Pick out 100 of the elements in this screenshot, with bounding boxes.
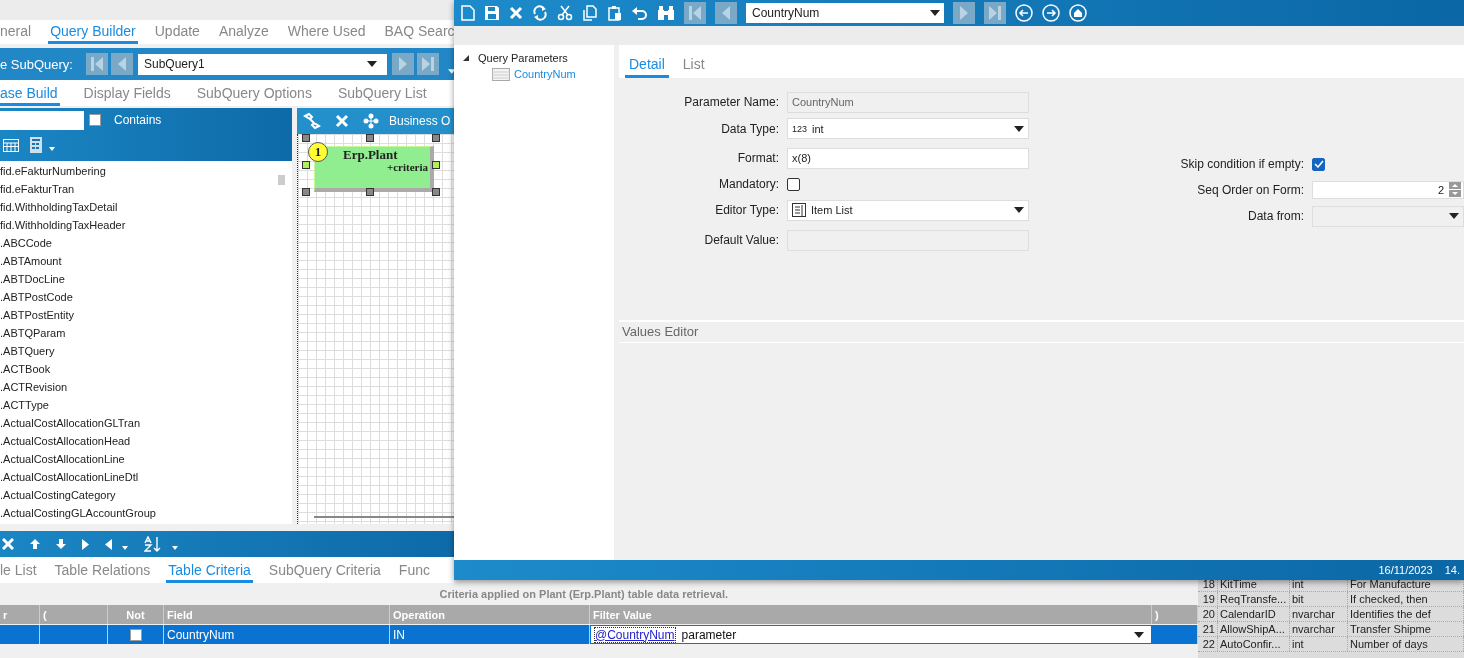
table-list-item[interactable]: fid.WithholdingTaxDetail: [0, 198, 276, 216]
copy-icon[interactable]: [582, 5, 598, 21]
resize-handle[interactable]: [366, 188, 374, 196]
tab[interactable]: Func: [396, 562, 432, 583]
forward-icon[interactable]: [1042, 4, 1060, 22]
next-button-icon[interactable]: [391, 53, 414, 75]
subquery-dropdown[interactable]: SubQuery1: [138, 53, 387, 75]
overflow-caret-icon[interactable]: [447, 68, 455, 74]
close-icon[interactable]: [509, 6, 523, 20]
tab[interactable]: BAQ Searc: [382, 23, 454, 44]
tab[interactable]: Table Criteria: [166, 562, 253, 583]
checkbox[interactable]: [129, 628, 142, 641]
table-list-item[interactable]: .ABTPostEntity: [0, 306, 276, 324]
caret-icon[interactable]: [49, 147, 55, 151]
tab[interactable]: neral: [0, 23, 34, 44]
binoculars-icon[interactable]: [657, 5, 675, 21]
checkbox[interactable]: [787, 177, 800, 191]
tab[interactable]: SubQuery Criteria: [266, 562, 383, 583]
dropdown-arrow-icon[interactable]: [930, 10, 940, 16]
table-list-item[interactable]: .ABTDocLine: [0, 270, 276, 288]
cut-icon[interactable]: [557, 5, 573, 21]
search-field[interactable]: [0, 110, 84, 130]
up-arrow-icon[interactable]: [30, 539, 40, 549]
dropdown-arrow-icon[interactable]: [1449, 213, 1459, 219]
table-list-item[interactable]: .ABCCode: [0, 234, 276, 252]
caret-icon[interactable]: [122, 546, 128, 550]
business-objects-label[interactable]: Business O: [389, 114, 451, 128]
tab[interactable]: le List: [0, 562, 39, 583]
table-list-item[interactable]: .ABTAmount: [0, 252, 276, 270]
input-field[interactable]: CountryNum: [787, 91, 1029, 113]
table-list-item[interactable]: .ActualCostAllocationHead: [0, 432, 276, 450]
dropdown-arrow-icon[interactable]: [1014, 125, 1024, 132]
calculator-icon[interactable]: [29, 137, 45, 153]
tree-item[interactable]: Query Parameters: [478, 52, 568, 64]
parameter-link[interactable]: @CountryNum: [594, 626, 676, 643]
right-triangle-icon[interactable]: [82, 538, 89, 550]
table-list-item[interactable]: .ACTBook: [0, 360, 276, 378]
record-dropdown[interactable]: CountryNum: [746, 3, 944, 23]
table-list-item[interactable]: .ACTRevision: [0, 378, 276, 396]
dropdown[interactable]: 123 int: [787, 118, 1029, 139]
close-icon[interactable]: [335, 114, 349, 128]
resize-handle[interactable]: [432, 188, 440, 196]
dropdown-arrow-icon[interactable]: [366, 61, 377, 67]
table-list-item[interactable]: .ABTQuery: [0, 342, 276, 360]
table-list-item[interactable]: .ABTQParam: [0, 324, 276, 342]
grid-icon[interactable]: [3, 138, 19, 152]
network-icon[interactable]: [363, 113, 379, 129]
paste-icon[interactable]: [607, 5, 623, 21]
scrollbar[interactable]: [314, 516, 455, 518]
save-icon[interactable]: [484, 5, 500, 21]
sort-icon[interactable]: [144, 536, 162, 552]
tab[interactable]: SubQuery Options: [194, 85, 314, 106]
table-list-item[interactable]: .ActualCostAllocationLineDtl: [0, 468, 276, 486]
checkbox[interactable]: [89, 114, 101, 126]
tab[interactable]: Analyze: [216, 23, 271, 44]
tab[interactable]: Update: [152, 23, 202, 44]
dropdown[interactable]: Item List: [787, 199, 1029, 221]
subquery-label: e SubQuery:: [0, 56, 73, 72]
resize-handle[interactable]: [432, 134, 440, 142]
last-button-icon[interactable]: [416, 53, 439, 75]
checkbox[interactable]: [1312, 157, 1325, 171]
table-list-item[interactable]: fid.eFakturTran: [0, 180, 276, 198]
home-icon[interactable]: [1069, 4, 1087, 22]
table-list-item[interactable]: fid.eFakturNumbering: [0, 162, 276, 180]
filter-value-dropdown[interactable]: @CountryNum parameter: [590, 625, 1152, 644]
criteria-row[interactable]: CountryNum IN @CountryNum parameter: [0, 625, 1198, 644]
expanded-triangle-icon[interactable]: [462, 54, 470, 62]
table-list-item[interactable]: .ActualCostingGLAccountGroup: [0, 504, 276, 522]
tree-item[interactable]: CountryNum: [514, 68, 576, 80]
table-list-item[interactable]: .ACTType: [0, 396, 276, 414]
caret-icon[interactable]: [172, 546, 178, 550]
table-list-item[interactable]: .ActualCostAllocationLine: [0, 450, 276, 468]
refresh-icon[interactable]: [532, 5, 548, 21]
back-icon[interactable]: [1015, 4, 1033, 22]
close-icon[interactable]: [2, 538, 14, 550]
dropdown-arrow-icon[interactable]: [1134, 631, 1144, 638]
resize-handle[interactable]: [302, 134, 310, 142]
new-document-icon[interactable]: [461, 5, 475, 21]
tab[interactable]: SubQuery List: [335, 85, 429, 106]
table-list-item[interactable]: .ABTPostCode: [0, 288, 276, 306]
tab[interactable]: Where Used: [285, 23, 368, 44]
left-triangle-icon[interactable]: [105, 538, 112, 550]
resize-handle[interactable]: [432, 161, 440, 169]
tab[interactable]: Table Relations: [52, 562, 153, 583]
table-list-item[interactable]: .ActualCostingCategory: [0, 486, 276, 504]
number-spinner[interactable]: 2: [1312, 180, 1464, 199]
table-list-item[interactable]: fid.WithholdingTaxHeader: [0, 216, 276, 234]
tab[interactable]: Display Fields: [81, 85, 173, 106]
table-list-item[interactable]: .ActualCostAllocationGLTran: [0, 414, 276, 432]
tab[interactable]: Query Builder: [48, 23, 138, 44]
resize-handle[interactable]: [366, 134, 374, 142]
resize-handle[interactable]: [302, 188, 310, 196]
link-icon[interactable]: [303, 112, 321, 130]
undo-icon[interactable]: [632, 6, 648, 20]
input-field[interactable]: x(8): [787, 147, 1029, 169]
tab[interactable]: Detail: [625, 56, 669, 78]
down-arrow-icon[interactable]: [56, 539, 66, 549]
dropdown-arrow-icon[interactable]: [1014, 207, 1024, 213]
resize-handle[interactable]: [302, 161, 310, 169]
tab[interactable]: List: [678, 56, 709, 78]
